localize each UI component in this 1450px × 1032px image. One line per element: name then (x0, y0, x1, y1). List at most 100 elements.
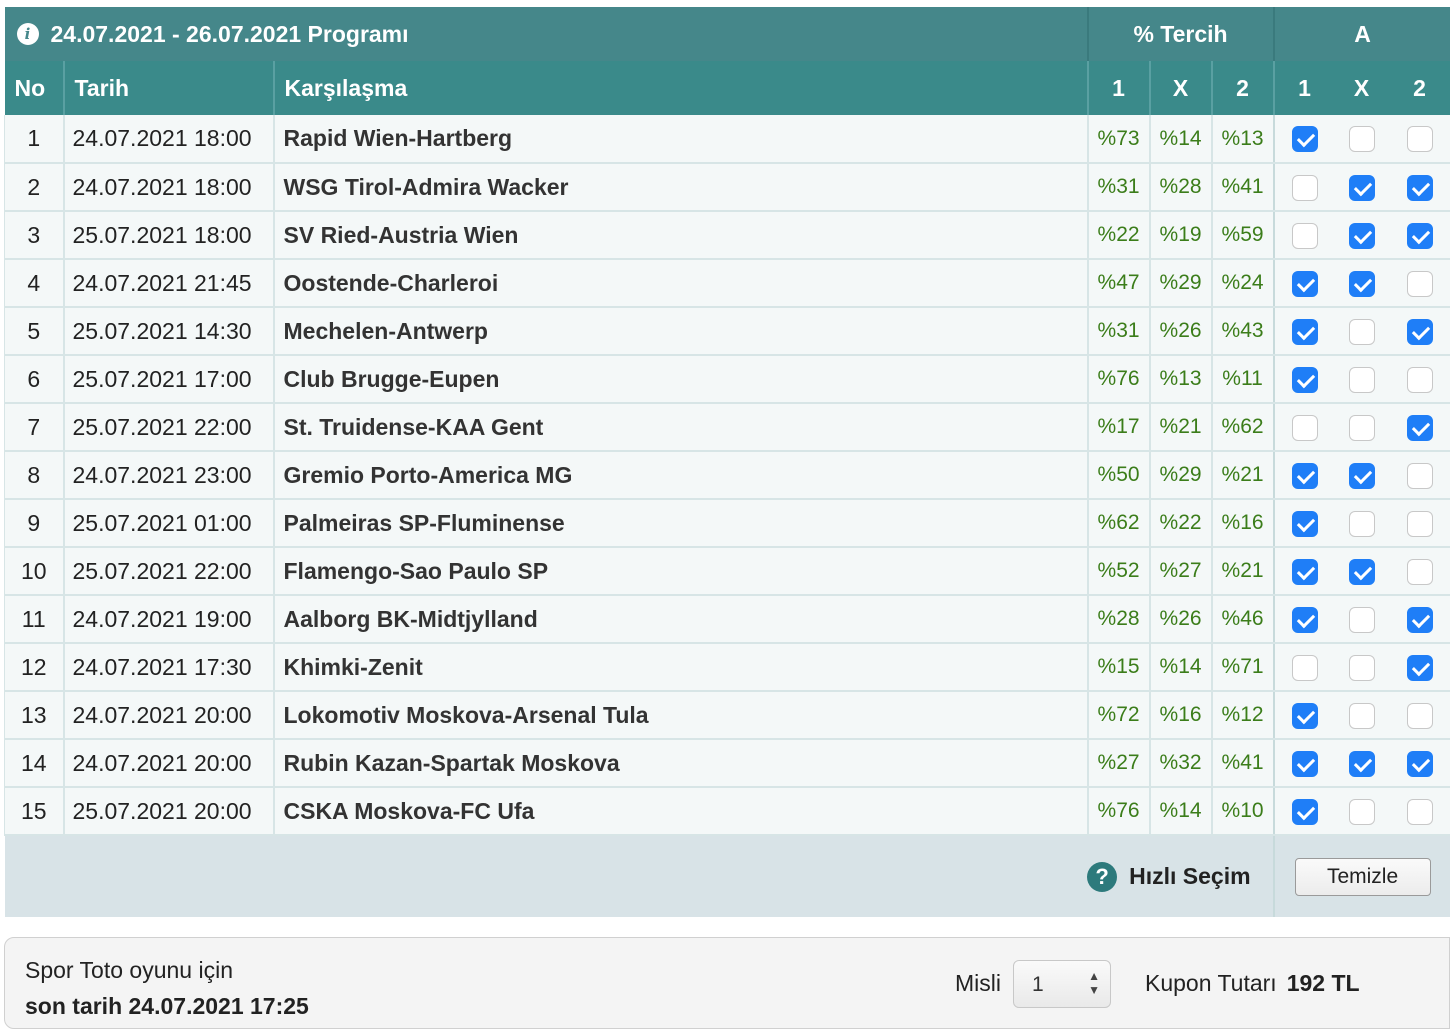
row-no: 5 (4, 307, 65, 356)
pick-1-checkbox[interactable] (1291, 510, 1318, 537)
table-row: 1 24.07.2021 18:00 Rapid Wien-Hartberg %73%… (4, 115, 1450, 164)
column-header-row: No Tarih Karşılaşma 1 X 2 1 X 2 (4, 61, 1450, 115)
pick-x-checkbox[interactable] (1348, 462, 1375, 489)
pick-x-checkbox[interactable] (1348, 558, 1375, 585)
pick-2-checkbox[interactable] (1406, 270, 1433, 297)
row-match: WSG Tirol-Admira Wacker (273, 163, 1089, 212)
row-pct-1: %47 (1087, 259, 1151, 308)
pick-cell (1388, 115, 1450, 164)
pick-x-checkbox[interactable] (1348, 318, 1375, 345)
table-row: 6 25.07.2021 17:00 Club Brugge-Eupen %76 %13… (4, 355, 1450, 404)
pick-2-checkbox[interactable] (1406, 702, 1433, 729)
row-no: 11 (4, 595, 65, 644)
col-a-1: 1 (1298, 74, 1311, 101)
pick-1-checkbox[interactable] (1291, 318, 1318, 345)
pick-2-checkbox[interactable] (1406, 510, 1433, 537)
pick-cell (1273, 163, 1335, 212)
pick-cell (1334, 259, 1389, 308)
row-pct-x: %16 (1149, 691, 1213, 740)
misli-select[interactable]: 1 ▲ ▼ (1013, 960, 1111, 1008)
row-pct-2: %21 (1211, 451, 1275, 500)
row-match: Rubin Kazan-Spartak Moskova (273, 739, 1089, 788)
pick-1-checkbox[interactable] (1291, 462, 1318, 489)
row-pct-2: %71 (1211, 643, 1275, 692)
row-match: Palmeiras SP-Fluminense (273, 499, 1089, 548)
pick-1-checkbox[interactable] (1291, 750, 1318, 777)
pick-1-checkbox[interactable] (1291, 366, 1318, 393)
pick-1-checkbox[interactable] (1291, 414, 1318, 441)
pick-2-checkbox[interactable] (1406, 558, 1433, 585)
table-row: 10 25.07.2021 22:00 Flamengo-Sao Paulo SP%… (4, 547, 1450, 596)
row-no: 1 (4, 115, 65, 164)
table-row: 8 24.07.2021 23:00 Gremio Porto-America MG… (4, 451, 1450, 500)
pick-2-checkbox[interactable] (1406, 222, 1433, 249)
pick-2-checkbox[interactable] (1406, 318, 1433, 345)
pick-1-checkbox[interactable] (1291, 222, 1318, 249)
pick-cell (1388, 739, 1450, 788)
pick-1-checkbox[interactable] (1291, 654, 1318, 681)
help-icon[interactable]: ? (1087, 861, 1118, 892)
row-pct-x: %27 (1149, 547, 1213, 596)
pick-1-checkbox[interactable] (1291, 606, 1318, 633)
pick-1-checkbox[interactable] (1291, 798, 1318, 825)
row-pct-2: %43 (1211, 307, 1275, 356)
row-pct-2: %13 (1211, 115, 1275, 164)
pick-x-checkbox[interactable] (1348, 702, 1375, 729)
pick-2-checkbox[interactable] (1406, 366, 1433, 393)
row-no: 6 (4, 355, 65, 404)
pick-x-checkbox[interactable] (1348, 414, 1375, 441)
pick-2-checkbox[interactable] (1406, 654, 1433, 681)
pick-2-checkbox[interactable] (1406, 414, 1433, 441)
pick-2-checkbox[interactable] (1406, 606, 1433, 633)
pick-x-checkbox[interactable] (1348, 798, 1375, 825)
coupon-label: Kupon Tutarı (1145, 970, 1277, 996)
pick-x-checkbox[interactable] (1348, 654, 1375, 681)
pick-x-checkbox[interactable] (1348, 270, 1375, 297)
pick-cell (1273, 787, 1335, 836)
pick-cell (1334, 739, 1389, 788)
row-date: 25.07.2021 22:00 (63, 547, 275, 596)
pick-x-checkbox[interactable] (1348, 510, 1375, 537)
col-no: No (4, 61, 65, 115)
pick-cell (1273, 115, 1335, 164)
info-icon[interactable]: i (16, 23, 39, 45)
row-pct-x: %26 (1149, 307, 1213, 356)
col-pct-1: 1 (1087, 61, 1151, 115)
pick-x-checkbox[interactable] (1348, 126, 1375, 153)
pick-2-checkbox[interactable] (1406, 174, 1433, 201)
clear-button[interactable]: Temizle (1294, 857, 1431, 896)
pick-cell (1334, 403, 1389, 452)
table-row: 12 24.07.2021 17:30 Khimki-Zenit %15 %14 %71 (4, 643, 1450, 692)
row-pct-2: %11 (1211, 355, 1275, 404)
pick-1-checkbox[interactable] (1291, 558, 1318, 585)
col-pct-2: 2 (1211, 61, 1275, 115)
tercih-header: % Tercih (1087, 7, 1275, 61)
pick-2-checkbox[interactable] (1406, 750, 1433, 777)
pick-2-checkbox[interactable] (1406, 798, 1433, 825)
pick-x-checkbox[interactable] (1348, 366, 1375, 393)
pick-cell (1334, 643, 1389, 692)
pick-1-checkbox[interactable] (1291, 174, 1318, 201)
pick-x-checkbox[interactable] (1348, 174, 1375, 201)
pick-cell (1388, 163, 1450, 212)
row-date: 25.07.2021 18:00 (63, 211, 275, 260)
pick-x-checkbox[interactable] (1348, 222, 1375, 249)
pick-x-checkbox[interactable] (1348, 750, 1375, 777)
pick-cell (1334, 211, 1389, 260)
pick-2-checkbox[interactable] (1406, 462, 1433, 489)
pick-1-checkbox[interactable] (1291, 270, 1318, 297)
pick-2-checkbox[interactable] (1406, 126, 1433, 153)
pick-1-checkbox[interactable] (1291, 126, 1318, 153)
row-no: 14 (4, 739, 65, 788)
table-row: 15 25.07.2021 20:00 CSKA Moskova-FC Ufa %76… (4, 787, 1450, 836)
row-pct-x: %22 (1149, 499, 1213, 548)
row-match: Aalborg BK-Midtjylland (273, 595, 1089, 644)
row-date: 25.07.2021 17:00 (63, 355, 275, 404)
row-match: CSKA Moskova-FC Ufa (273, 787, 1089, 836)
table-row: 11 24.07.2021 19:00 Aalborg BK-Midtjylland… (4, 595, 1450, 644)
pick-x-checkbox[interactable] (1348, 606, 1375, 633)
quick-select[interactable]: ? Hızlı Seçim (1087, 861, 1251, 892)
table-row: 7 25.07.2021 22:00 St. Truidense-KAA Gent%… (4, 403, 1450, 452)
row-pct-1: %22 (1087, 211, 1151, 260)
pick-1-checkbox[interactable] (1291, 702, 1318, 729)
